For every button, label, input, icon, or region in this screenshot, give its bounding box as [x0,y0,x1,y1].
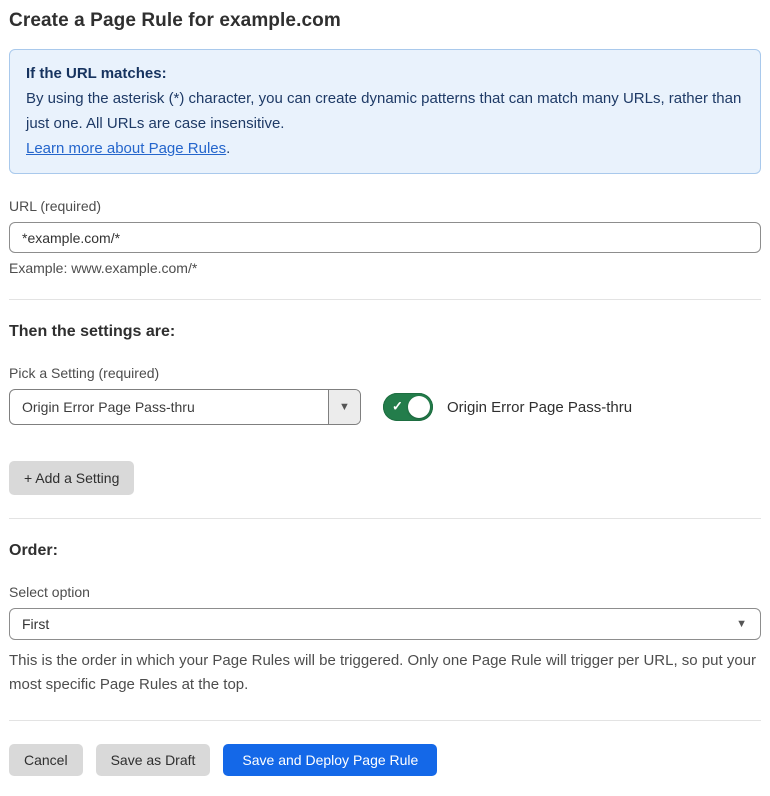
page-title: Create a Page Rule for example.com [9,10,341,31]
order-select-value: First [22,616,50,632]
info-box-link-line: Learn more about Page Rules. [26,136,744,161]
toggle-knob [408,396,430,418]
setting-toggle-label: Origin Error Page Pass-thru [447,398,633,416]
setting-row: Origin Error Page Pass-thru ▼ ✓ Origin E… [9,389,761,425]
url-input[interactable] [9,222,761,253]
info-box-body: By using the asterisk (*) character, you… [26,90,742,132]
caret-down-icon: ▼ [339,401,350,413]
info-box-heading: If the URL matches: [26,65,167,82]
order-select-label: Select option [9,584,90,600]
setting-select-value: Origin Error Page Pass-thru [22,399,195,415]
setting-select[interactable]: Origin Error Page Pass-thru ▼ [9,389,361,425]
divider [9,720,761,721]
divider [9,518,761,519]
footer-actions: Cancel Save as Draft Save and Deploy Pag… [9,744,761,776]
order-section-heading: Order: [9,542,58,559]
url-match-info-box: If the URL matches: By using the asteris… [9,49,761,174]
pick-setting-label: Pick a Setting (required) [9,365,160,381]
order-helper-text: This is the order in which your Page Rul… [9,652,757,693]
url-field-label: URL (required) [9,198,102,214]
link-period: . [226,140,231,157]
check-icon: ✓ [392,398,403,414]
learn-more-link[interactable]: Learn more about Page Rules [26,140,226,157]
add-setting-button[interactable]: + Add a Setting [9,461,135,495]
cancel-button[interactable]: Cancel [9,744,83,776]
save-as-draft-button[interactable]: Save as Draft [95,744,211,776]
divider [9,299,761,300]
setting-toggle[interactable]: ✓ [383,393,433,421]
settings-section-heading: Then the settings are: [9,323,176,340]
caret-down-icon: ▼ [736,618,747,630]
order-select[interactable]: First ▼ [9,608,761,640]
url-example-helper: Example: www.example.com/* [9,260,198,276]
save-and-deploy-button[interactable]: Save and Deploy Page Rule [223,744,438,776]
setting-select-arrow-button[interactable]: ▼ [328,390,360,424]
